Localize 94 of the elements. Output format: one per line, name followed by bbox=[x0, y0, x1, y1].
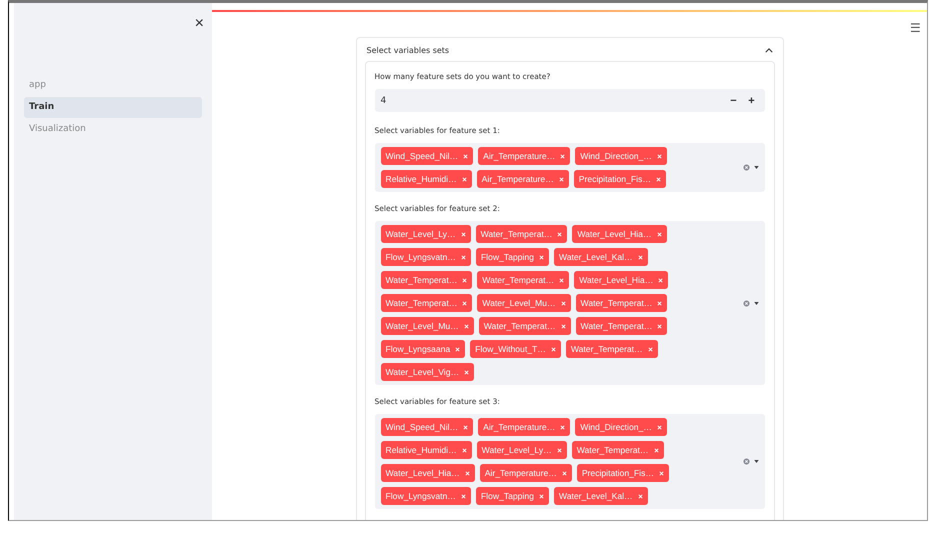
tag-chip[interactable]: Flow_Tapping bbox=[476, 248, 549, 266]
tag-chip[interactable]: Wind_Speed_Nil… bbox=[380, 418, 474, 436]
tag-chip[interactable]: Water_Temperat… bbox=[566, 340, 658, 358]
tag-chip[interactable]: Wind_Direction_… bbox=[575, 147, 667, 165]
tag-chip[interactable]: Water_Level_Vig… bbox=[380, 363, 474, 381]
remove-icon[interactable] bbox=[560, 154, 566, 158]
multiselect-field[interactable]: Wind_Speed_Nil… Air_Temperature… Wind_Direction_… Relative_Humidi… Water_Level_Ly… Water_Temperat… Water_Level_Hia… Air_Temperature… Precipitation_Fis… Flow_Lyngsvatn… Flow_Tapping Water_Level_Kal… bbox=[374, 414, 764, 509]
tag-chip[interactable]: Flow_Tapping bbox=[476, 487, 549, 505]
remove-icon[interactable] bbox=[648, 346, 653, 352]
remove-icon[interactable] bbox=[463, 424, 468, 430]
multiselect-field[interactable] bbox=[374, 221, 764, 385]
caret-icon[interactable] bbox=[754, 166, 758, 169]
number-value: 4 bbox=[380, 96, 388, 106]
remove-icon[interactable] bbox=[559, 278, 564, 282]
tag-chip[interactable]: Air_Temperature… bbox=[478, 147, 570, 165]
remove-icon[interactable] bbox=[556, 448, 562, 452]
tag-chip[interactable]: Water_Level_Ly… bbox=[476, 441, 567, 459]
remove-icon[interactable] bbox=[460, 254, 466, 260]
caret-icon[interactable] bbox=[754, 302, 758, 304]
remove-icon[interactable] bbox=[462, 278, 468, 282]
clear-icon[interactable] bbox=[742, 164, 750, 171]
remove-icon[interactable] bbox=[657, 300, 662, 306]
remove-icon[interactable] bbox=[557, 232, 562, 236]
tag-chip[interactable]: Water_Level_Kal… bbox=[554, 248, 648, 266]
tag-chip[interactable]: Air_Temperature… bbox=[478, 418, 570, 436]
remove-icon[interactable] bbox=[462, 176, 467, 182]
tag-chip[interactable]: Water_Temperat… bbox=[478, 317, 571, 335]
tag-chip[interactable]: Water_Temperat… bbox=[576, 317, 668, 335]
remove-icon[interactable] bbox=[656, 176, 661, 182]
remove-icon[interactable] bbox=[560, 300, 566, 306]
tag-chip[interactable]: Air_Temperature… bbox=[480, 464, 572, 482]
tag-chip[interactable]: Water_Temperat… bbox=[477, 271, 570, 289]
close-button[interactable]: × bbox=[194, 15, 204, 33]
tag-chip[interactable]: Flow_Lyngsaana bbox=[380, 340, 466, 358]
tag-chip[interactable]: Water_Level_Hia… bbox=[574, 271, 668, 289]
remove-icon[interactable] bbox=[464, 470, 470, 476]
tag-chip[interactable]: Water_Level_Mu… bbox=[380, 317, 474, 335]
remove-icon[interactable] bbox=[560, 324, 566, 328]
nav-link[interactable]: Train bbox=[24, 97, 202, 118]
remove-icon[interactable] bbox=[462, 300, 468, 306]
remove-icon[interactable] bbox=[560, 424, 566, 430]
tag-chip[interactable]: Relative_Humidi… bbox=[380, 170, 472, 188]
remove-icon[interactable] bbox=[658, 470, 664, 476]
decrement-button[interactable]: − bbox=[724, 94, 742, 106]
remove-icon[interactable] bbox=[656, 154, 662, 158]
tag-chip[interactable]: Water_Temperat… bbox=[572, 441, 664, 459]
remove-icon[interactable] bbox=[455, 346, 460, 352]
number-input[interactable]: 4 − + bbox=[374, 89, 764, 112]
tag-chip[interactable]: Flow_Without_T… bbox=[470, 340, 561, 358]
tag-chip[interactable]: Relative_Humidi… bbox=[380, 441, 472, 459]
remove-icon[interactable] bbox=[638, 494, 643, 498]
remove-icon[interactable] bbox=[656, 232, 662, 236]
tag-chip[interactable]: Water_Temperat… bbox=[380, 294, 472, 312]
remove-icon[interactable] bbox=[638, 254, 643, 260]
remove-icon[interactable] bbox=[654, 448, 659, 452]
multiselect-field[interactable]: Wind_Speed_Nil… Air_Temperature… Wind_Direction_… Relative_Humidi… Air_Temperature… Precipitation_Fis… bbox=[374, 143, 764, 192]
remove-icon[interactable] bbox=[462, 448, 467, 452]
remove-icon[interactable] bbox=[656, 424, 662, 430]
remove-icon[interactable] bbox=[562, 470, 567, 476]
nav-link[interactable]: app bbox=[24, 75, 202, 96]
remove-icon[interactable] bbox=[460, 494, 466, 498]
tag-chip[interactable]: Water_Temperat… bbox=[380, 271, 472, 289]
remove-icon[interactable] bbox=[464, 324, 469, 328]
nav-link[interactable]: Visualization bbox=[24, 119, 202, 140]
remove-icon[interactable] bbox=[558, 176, 564, 182]
remove-icon[interactable] bbox=[538, 254, 544, 260]
clear-icon[interactable] bbox=[742, 458, 750, 465]
remove-icon[interactable] bbox=[657, 324, 662, 328]
tag-chip[interactable]: Precipitation_Fis… bbox=[574, 170, 666, 188]
remove-icon[interactable] bbox=[463, 154, 468, 158]
tag-chip[interactable]: Water_Level_Ly… bbox=[380, 225, 471, 243]
tag-chip[interactable]: Flow_Lyngsvatn… bbox=[380, 487, 471, 505]
tag-chip[interactable]: Wind_Speed_Nil… bbox=[380, 147, 474, 165]
tag-chip[interactable]: Precipitation_Fis… bbox=[576, 464, 669, 482]
caret-icon[interactable] bbox=[754, 460, 758, 463]
remove-icon[interactable] bbox=[460, 232, 466, 236]
remove-icon[interactable] bbox=[538, 494, 544, 498]
tag-chip[interactable]: Water_Level_Kal… bbox=[554, 487, 648, 505]
chevron-icon[interactable] bbox=[764, 48, 772, 53]
tag-chip[interactable]: Wind_Direction_… bbox=[575, 418, 667, 436]
remove-icon[interactable] bbox=[550, 346, 556, 352]
expander-title[interactable]: Select variables sets bbox=[366, 46, 450, 55]
tag-chip[interactable]: Water_Level_Hia… bbox=[572, 225, 667, 243]
tag-chip[interactable]: Flow_Lyngsvatn… bbox=[380, 248, 471, 266]
tag-chip[interactable]: Water_Temperat… bbox=[576, 294, 668, 312]
menu-button[interactable]: ☰ bbox=[910, 21, 921, 35]
remove-icon[interactable] bbox=[658, 278, 664, 282]
tag-chip[interactable]: Water_Temperat… bbox=[476, 225, 568, 243]
clear-icon[interactable] bbox=[742, 300, 750, 306]
increment-button[interactable]: + bbox=[742, 94, 760, 106]
tag-chip[interactable]: Water_Level_Mu… bbox=[477, 294, 571, 312]
remove-icon[interactable] bbox=[464, 370, 470, 374]
tag-chip[interactable]: Water_Level_Hia… bbox=[380, 464, 475, 482]
tag-chip[interactable]: Air_Temperature… bbox=[476, 170, 569, 188]
